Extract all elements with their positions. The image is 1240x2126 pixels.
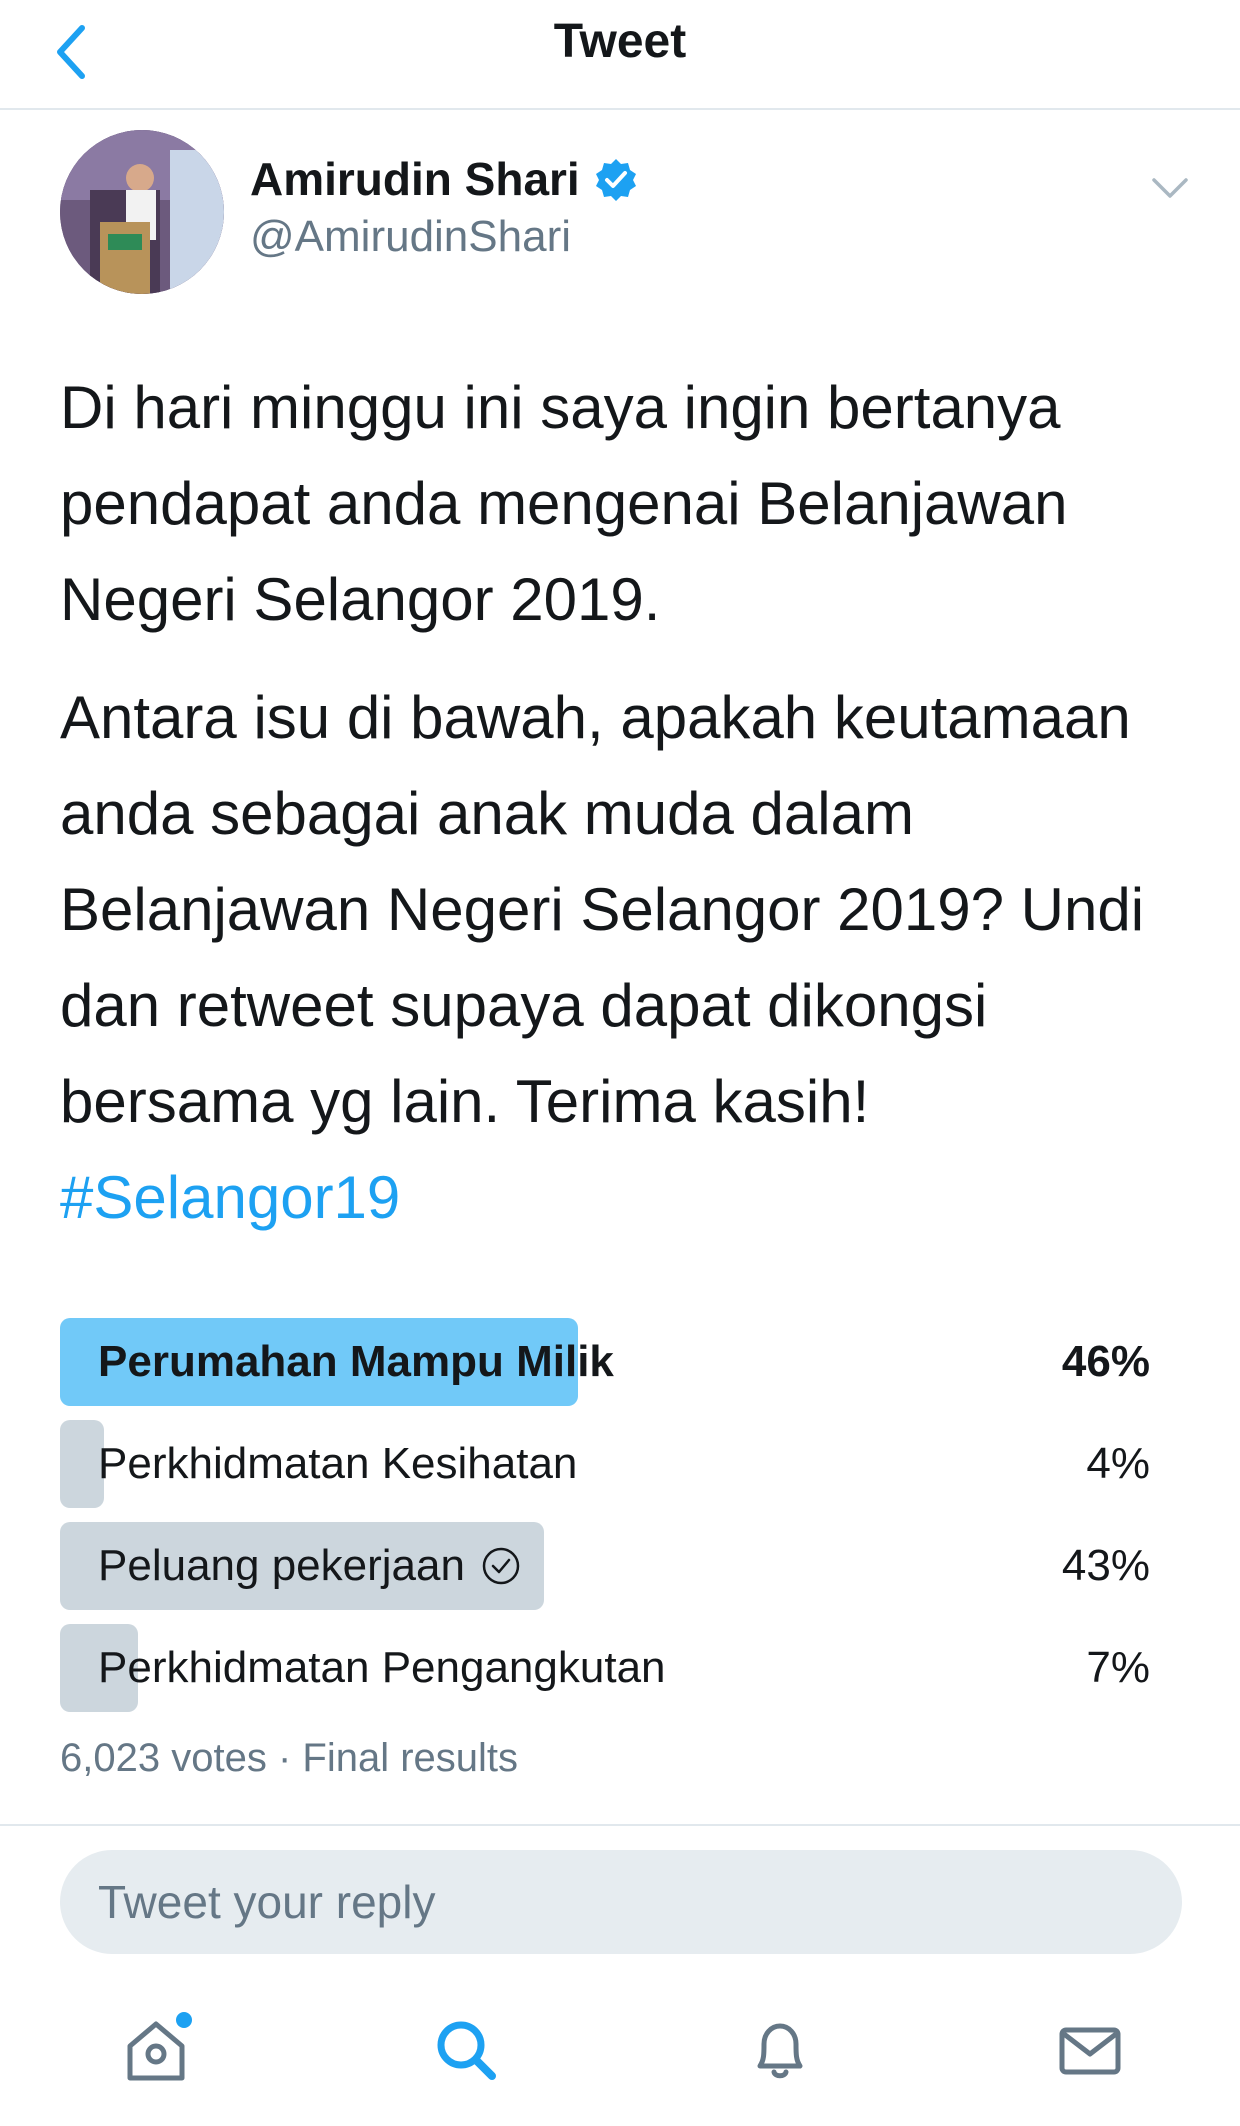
hashtag-link[interactable]: #Selangor19 bbox=[60, 1164, 400, 1231]
poll-option-percent: 43% bbox=[1061, 1541, 1150, 1590]
poll-option: Perkhidmatan Pengangkutan 7% bbox=[60, 1624, 1150, 1712]
poll: Perumahan Mampu Milik 46% Perkhidmatan K… bbox=[60, 1318, 1150, 1726]
divider bbox=[0, 1824, 1240, 1826]
header-bar: Tweet bbox=[0, 0, 1240, 110]
tweet-options-button[interactable] bbox=[1140, 168, 1200, 208]
reply-input[interactable]: Tweet your reply bbox=[60, 1850, 1182, 1954]
chevron-down-icon bbox=[1152, 178, 1188, 198]
tab-bar bbox=[0, 1990, 1240, 2126]
poll-votes: 6,023 votes bbox=[60, 1736, 267, 1780]
poll-separator: · bbox=[277, 1736, 292, 1780]
tab-search[interactable] bbox=[416, 2010, 516, 2090]
verified-badge-icon bbox=[595, 159, 636, 201]
poll-option-label: Perkhidmatan Pengangkutan bbox=[98, 1643, 666, 1692]
tweet-paragraph-1: Di hari minggu ini saya ingin bertanya p… bbox=[60, 374, 1068, 633]
tab-home[interactable] bbox=[106, 2010, 206, 2090]
poll-meta: 6,023 votes · Final results bbox=[60, 1736, 518, 1781]
poll-status: Final results bbox=[302, 1736, 519, 1780]
search-icon bbox=[437, 2021, 496, 2080]
tweet-paragraph-2: Antara isu di bawah, apakah keutamaan an… bbox=[60, 684, 1145, 1135]
voted-check-icon bbox=[482, 1547, 520, 1585]
poll-option-label-wrap: Peluang pekerjaan bbox=[98, 1522, 521, 1610]
poll-option-label: Perkhidmatan Kesihatan bbox=[98, 1439, 578, 1488]
tab-notifications[interactable] bbox=[730, 2010, 830, 2090]
poll-option-label: Peluang pekerjaan bbox=[98, 1541, 465, 1590]
page-title: Tweet bbox=[553, 15, 687, 68]
avatar[interactable] bbox=[60, 130, 224, 294]
poll-option-percent: 46% bbox=[1061, 1337, 1150, 1386]
author-handle[interactable]: @AmirudinShari bbox=[250, 212, 571, 262]
poll-option: Peluang pekerjaan 43% bbox=[60, 1522, 1150, 1610]
mail-icon bbox=[1059, 2027, 1121, 2075]
poll-option-percent: 4% bbox=[1086, 1439, 1150, 1488]
tweet-screen: Tweet Amirudin Shari @AmirudinShari Di h… bbox=[0, 0, 1240, 2126]
bell-icon bbox=[757, 2023, 803, 2079]
poll-option-label: Perumahan Mampu Milik bbox=[98, 1337, 614, 1386]
tweet-text: Di hari minggu ini saya ingin bertanya p… bbox=[60, 360, 1200, 1246]
tab-messages[interactable] bbox=[1040, 2010, 1140, 2090]
poll-option-percent: 7% bbox=[1086, 1643, 1150, 1692]
reply-placeholder: Tweet your reply bbox=[98, 1876, 436, 1928]
author-name[interactable]: Amirudin Shari bbox=[250, 152, 638, 206]
poll-option: Perumahan Mampu Milik 46% bbox=[60, 1318, 1150, 1406]
notification-dot bbox=[176, 2012, 192, 2028]
poll-option: Perkhidmatan Kesihatan 4% bbox=[60, 1420, 1150, 1508]
author-name-text: Amirudin Shari bbox=[250, 153, 580, 205]
